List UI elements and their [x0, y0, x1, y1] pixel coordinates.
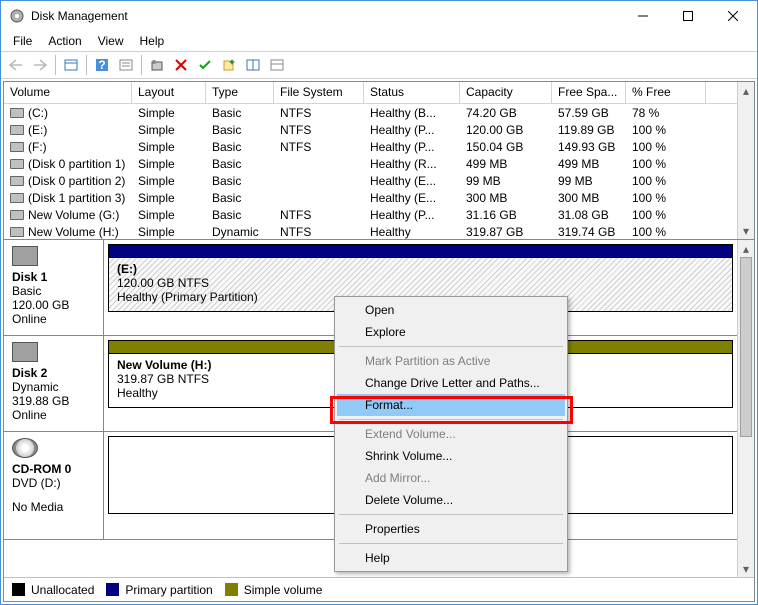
- col-filesystem[interactable]: File System: [274, 82, 364, 103]
- volume-row[interactable]: (Disk 1 partition 3) SimpleBasic Healthy…: [4, 189, 737, 206]
- refresh-icon[interactable]: [146, 54, 168, 76]
- apply-icon[interactable]: [194, 54, 216, 76]
- col-volume[interactable]: Volume: [4, 82, 132, 103]
- legend-label: Primary partition: [125, 583, 212, 597]
- col-layout[interactable]: Layout: [132, 82, 206, 103]
- window-title: Disk Management: [31, 9, 620, 23]
- disk-scrollbar[interactable]: ▴ ▾: [737, 240, 754, 577]
- scroll-up-icon[interactable]: ▴: [738, 240, 754, 257]
- volume-row[interactable]: (E:) SimpleBasicNTFS Healthy (P...120.00…: [4, 121, 737, 138]
- menu-item-mark-partition-as-active: Mark Partition as Active: [337, 350, 565, 372]
- volume-row[interactable]: (F:) SimpleBasicNTFS Healthy (P...150.04…: [4, 138, 737, 155]
- drive-icon: [10, 193, 24, 203]
- volume-row[interactable]: (Disk 0 partition 2) SimpleBasic Healthy…: [4, 172, 737, 189]
- drive-icon: [10, 210, 24, 220]
- legend-swatch: [225, 583, 238, 596]
- context-menu: OpenExplore Mark Partition as ActiveChang…: [334, 296, 568, 572]
- menubar: File Action View Help: [1, 31, 757, 51]
- forward-button[interactable]: [29, 54, 51, 76]
- legend: Unallocated Primary partition Simple volum…: [4, 577, 754, 601]
- settings-icon[interactable]: [115, 54, 137, 76]
- legend-swatch: [106, 583, 119, 596]
- menu-file[interactable]: File: [5, 32, 40, 50]
- cdrom-icon: [12, 438, 38, 458]
- drive-icon: [10, 159, 24, 169]
- col-freespace[interactable]: Free Spa...: [552, 82, 626, 103]
- menu-item-change-drive-letter-and-paths[interactable]: Change Drive Letter and Paths...: [337, 372, 565, 394]
- disk-header[interactable]: Disk 1Basic120.00 GBOnline: [4, 240, 104, 335]
- drive-icon: [10, 176, 24, 186]
- volume-row[interactable]: New Volume (G:) SimpleBasicNTFS Healthy …: [4, 206, 737, 223]
- scroll-down-icon[interactable]: ▾: [738, 222, 754, 239]
- drive-icon: [10, 125, 24, 135]
- disk-header[interactable]: Disk 2Dynamic319.88 GBOnline: [4, 336, 104, 431]
- menu-item-delete-volume[interactable]: Delete Volume...: [337, 489, 565, 511]
- help-icon[interactable]: ?: [91, 54, 113, 76]
- titlebar[interactable]: Disk Management: [1, 1, 757, 31]
- list-icon[interactable]: [242, 54, 264, 76]
- scroll-down-icon[interactable]: ▾: [738, 560, 754, 577]
- menu-separator: [339, 419, 563, 420]
- menu-item-extend-volume: Extend Volume...: [337, 423, 565, 445]
- partition-color-bar: [108, 244, 733, 258]
- legend-swatch: [12, 583, 25, 596]
- detail-icon[interactable]: [266, 54, 288, 76]
- legend-label: Simple volume: [244, 583, 323, 597]
- toolbar: ?: [1, 51, 757, 79]
- disk-icon: [12, 342, 38, 362]
- menu-separator: [339, 346, 563, 347]
- menu-item-open[interactable]: Open: [337, 299, 565, 321]
- menu-help[interactable]: Help: [132, 32, 173, 50]
- volume-list-header: Volume Layout Type File System Status Ca…: [4, 82, 737, 104]
- col-status[interactable]: Status: [364, 82, 460, 103]
- svg-text:?: ?: [98, 58, 105, 72]
- scroll-up-icon[interactable]: ▴: [738, 82, 754, 99]
- back-button[interactable]: [5, 54, 27, 76]
- col-type[interactable]: Type: [206, 82, 274, 103]
- menu-item-shrink-volume[interactable]: Shrink Volume...: [337, 445, 565, 467]
- new-icon[interactable]: [218, 54, 240, 76]
- drive-icon: [10, 142, 24, 152]
- drive-icon: [10, 108, 24, 118]
- menu-separator: [339, 543, 563, 544]
- volume-row[interactable]: (Disk 0 partition 1) SimpleBasic Healthy…: [4, 155, 737, 172]
- delete-icon[interactable]: [170, 54, 192, 76]
- volume-scrollbar[interactable]: ▴ ▾: [737, 82, 754, 239]
- close-button[interactable]: [710, 2, 755, 30]
- col-pctfree[interactable]: % Free: [626, 82, 706, 103]
- disk-icon: [12, 246, 38, 266]
- menu-action[interactable]: Action: [40, 32, 89, 50]
- minimize-button[interactable]: [620, 2, 665, 30]
- scroll-thumb[interactable]: [740, 257, 752, 437]
- volume-row[interactable]: New Volume (H:) SimpleDynamicNTFS Health…: [4, 223, 737, 240]
- app-icon: [9, 8, 25, 24]
- menu-item-format[interactable]: Format...: [337, 394, 565, 416]
- menu-item-add-mirror: Add Mirror...: [337, 467, 565, 489]
- volume-list: Volume Layout Type File System Status Ca…: [4, 82, 754, 240]
- col-capacity[interactable]: Capacity: [460, 82, 552, 103]
- properties-icon[interactable]: [60, 54, 82, 76]
- maximize-button[interactable]: [665, 2, 710, 30]
- menu-item-properties[interactable]: Properties: [337, 518, 565, 540]
- menu-item-explore[interactable]: Explore: [337, 321, 565, 343]
- legend-label: Unallocated: [31, 583, 94, 597]
- disk-header[interactable]: CD-ROM 0DVD (D:)No Media: [4, 432, 104, 539]
- menu-separator: [339, 514, 563, 515]
- menu-view[interactable]: View: [90, 32, 132, 50]
- menu-item-help[interactable]: Help: [337, 547, 565, 569]
- volume-row[interactable]: (C:) SimpleBasicNTFS Healthy (B...74.20 …: [4, 104, 737, 121]
- drive-icon: [10, 227, 24, 237]
